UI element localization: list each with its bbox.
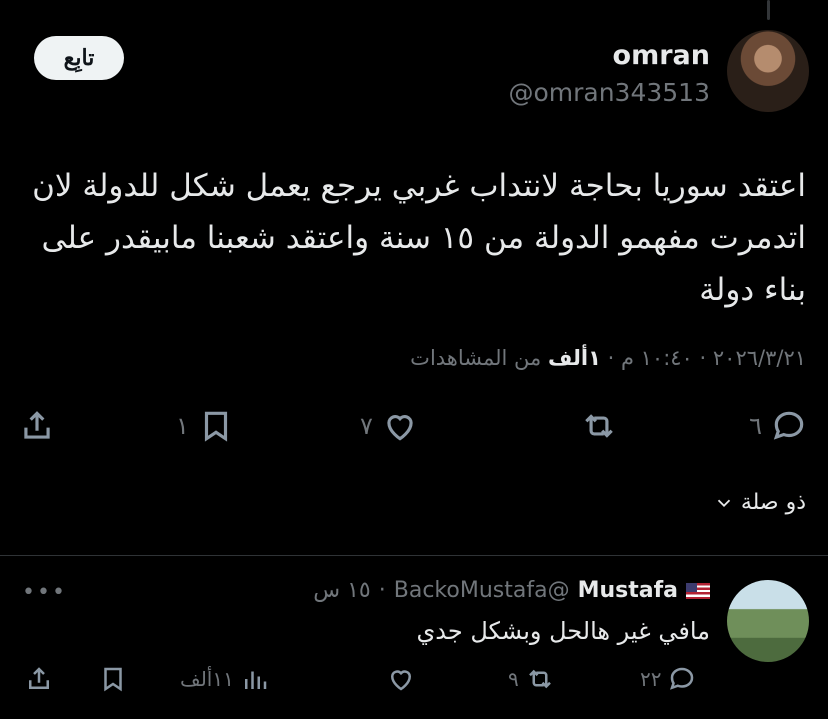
share-button[interactable] — [18, 407, 56, 445]
reply-bookmark-button[interactable] — [98, 664, 128, 694]
reply-header: Mustafa @BackoMustafa · ١٥ س — [313, 578, 710, 603]
author-avatar[interactable] — [727, 30, 809, 112]
like-count: ٧ — [360, 412, 373, 440]
reply-author-name[interactable]: Mustafa — [578, 578, 678, 603]
like-icon — [387, 415, 413, 441]
repost-icon — [528, 669, 551, 689]
reply-count: ٦ — [749, 412, 762, 440]
share-icon — [24, 411, 50, 439]
bookmark-button[interactable]: ١ — [176, 407, 235, 445]
bookmark-icon — [204, 411, 227, 442]
reply-icon — [773, 411, 804, 440]
thread-line — [767, 0, 770, 20]
author-handle[interactable]: @omran343513 — [508, 78, 710, 107]
related-toggle[interactable]: ذو صلة — [713, 490, 806, 515]
like-button[interactable]: ٧ — [360, 407, 419, 445]
reply-like-button[interactable] — [386, 664, 422, 694]
more-icon[interactable]: ••• — [22, 580, 67, 605]
reply-reply-count: ٢٢ — [640, 667, 662, 691]
views-count: ١ألف — [547, 346, 601, 370]
reply-author-handle[interactable]: @BackoMustafa — [394, 578, 570, 603]
reply-share-button[interactable] — [24, 664, 54, 694]
reply-icon — [670, 667, 694, 690]
reply-avatar[interactable] — [727, 580, 809, 662]
bookmark-count: ١ — [176, 412, 189, 440]
author-name[interactable]: omran — [613, 40, 710, 71]
tweet-time: ١٠:٤٠ م — [620, 346, 693, 370]
reply-text: مافي غير هالحل وبشكل جدي — [416, 617, 710, 645]
follow-button[interactable]: تابِع — [34, 36, 124, 80]
like-icon — [390, 670, 412, 691]
reply-button[interactable]: ٦ — [749, 407, 808, 445]
views-label: من المشاهدات — [410, 346, 542, 370]
us-flag-icon — [686, 582, 710, 599]
repost-button[interactable] — [580, 407, 626, 445]
views-icon — [244, 671, 267, 689]
reply-repost-count: ٩ — [508, 667, 519, 691]
tweet-text: اعتقد سوريا بحاجة لانتداب غربي يرجع يعمل… — [32, 168, 806, 308]
reply-age: ١٥ س — [313, 578, 371, 603]
bookmark-icon — [104, 667, 122, 692]
reply-repost-button[interactable]: ٩ — [508, 664, 555, 694]
reply-views-count: ١١ألف — [180, 667, 234, 691]
repost-icon — [585, 414, 613, 438]
tweet-meta: ٢٠٢٦/٣/٢١ · ١٠:٤٠ م · ١ألف من المشاهدات — [410, 346, 806, 370]
reply-reply-button[interactable]: ٢٢ — [640, 664, 697, 694]
related-label: ذو صلة — [740, 490, 806, 515]
share-icon — [29, 667, 49, 689]
tweet-date: ٢٠٢٦/٣/٢١ — [712, 346, 806, 370]
reply-views-button[interactable]: ١١ألف — [180, 664, 270, 694]
divider — [0, 555, 828, 556]
chevron-down-icon — [717, 499, 730, 507]
